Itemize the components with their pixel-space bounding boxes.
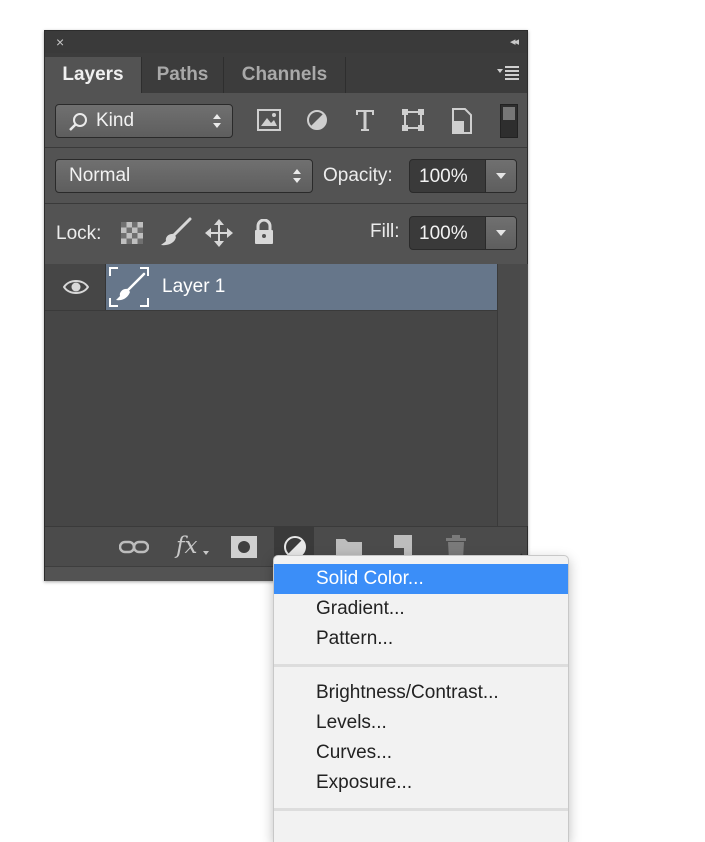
menu-item-gradient[interactable]: Gradient... — [274, 594, 568, 624]
panel-tabbar: Layers Paths Channels — [45, 53, 527, 93]
smart-object-filter-icon[interactable] — [450, 108, 474, 134]
lock-position-icon[interactable] — [205, 219, 233, 247]
filter-kind-label: Kind — [96, 110, 135, 131]
opacity-label: Opacity: — [323, 165, 393, 186]
adjustment-filter-icon[interactable] — [306, 109, 328, 131]
menu-separator — [274, 664, 568, 667]
eye-icon[interactable] — [63, 278, 89, 296]
menu-item-pattern[interactable]: Pattern... — [274, 624, 568, 654]
panel-menu-icon[interactable] — [497, 63, 519, 81]
layer-mask-icon[interactable] — [231, 536, 257, 558]
lock-transparent-icon[interactable] — [121, 222, 143, 244]
fill-label: Fill: — [370, 221, 400, 242]
filter-kind-select[interactable]: Kind — [55, 104, 233, 138]
visibility-toggle[interactable] — [45, 264, 106, 310]
tab-layers[interactable]: Layers — [45, 57, 142, 93]
fill-value[interactable]: 100% — [419, 217, 468, 249]
adjustment-layer-menu: Solid Color... Gradient... Pattern... Br… — [273, 555, 569, 842]
chevron-updown-icon — [213, 114, 221, 128]
layer-row[interactable]: Layer 1 — [45, 264, 497, 311]
lock-label: Lock: — [56, 223, 102, 244]
layers-panel: × ◂◂ Layers Paths Channels Kind Normal O… — [44, 30, 528, 581]
lock-all-icon[interactable] — [253, 219, 275, 245]
image-filter-icon[interactable] — [257, 109, 281, 131]
fill-field[interactable]: 100% — [409, 216, 517, 250]
layers-list[interactable]: Layer 1 — [45, 264, 497, 526]
type-filter-icon[interactable] — [354, 108, 376, 132]
layer-row-divider — [45, 310, 497, 311]
filter-toggle-icon[interactable] — [500, 104, 518, 138]
menu-item-solid-color[interactable]: Solid Color... — [274, 564, 568, 594]
tab-paths[interactable]: Paths — [142, 57, 224, 93]
fx-dropdown-caret — [203, 551, 209, 555]
menu-item-exposure[interactable]: Exposure... — [274, 768, 568, 798]
menu-item-levels[interactable]: Levels... — [274, 708, 568, 738]
chevron-updown-icon — [293, 169, 301, 183]
opacity-dropdown-button[interactable] — [485, 160, 516, 192]
collapse-icon[interactable]: ◂◂ — [510, 34, 519, 50]
search-icon — [69, 113, 87, 131]
lock-image-icon[interactable] — [160, 217, 192, 247]
blend-mode-value: Normal — [69, 165, 131, 186]
layer-name[interactable]: Layer 1 — [162, 264, 225, 310]
layers-scrollbar[interactable] — [497, 264, 528, 526]
menu-item-curves[interactable]: Curves... — [274, 738, 568, 768]
fill-dropdown-button[interactable] — [485, 217, 516, 249]
divider — [45, 203, 527, 204]
menu-item-brightness-contrast[interactable]: Brightness/Contrast... — [274, 678, 568, 708]
layer-thumbnail — [108, 266, 150, 308]
link-layers-icon[interactable] — [119, 540, 149, 554]
blend-mode-select[interactable]: Normal — [55, 159, 313, 193]
shape-filter-icon[interactable] — [401, 108, 425, 132]
menu-separator — [274, 808, 568, 811]
divider — [45, 147, 527, 148]
opacity-field[interactable]: 100% — [409, 159, 517, 193]
fx-icon[interactable]: fx — [176, 533, 197, 559]
tab-channels[interactable]: Channels — [224, 57, 346, 93]
close-icon[interactable]: × — [56, 34, 64, 50]
panel-titlebar: × ◂◂ — [45, 31, 527, 53]
opacity-value[interactable]: 100% — [419, 160, 468, 192]
